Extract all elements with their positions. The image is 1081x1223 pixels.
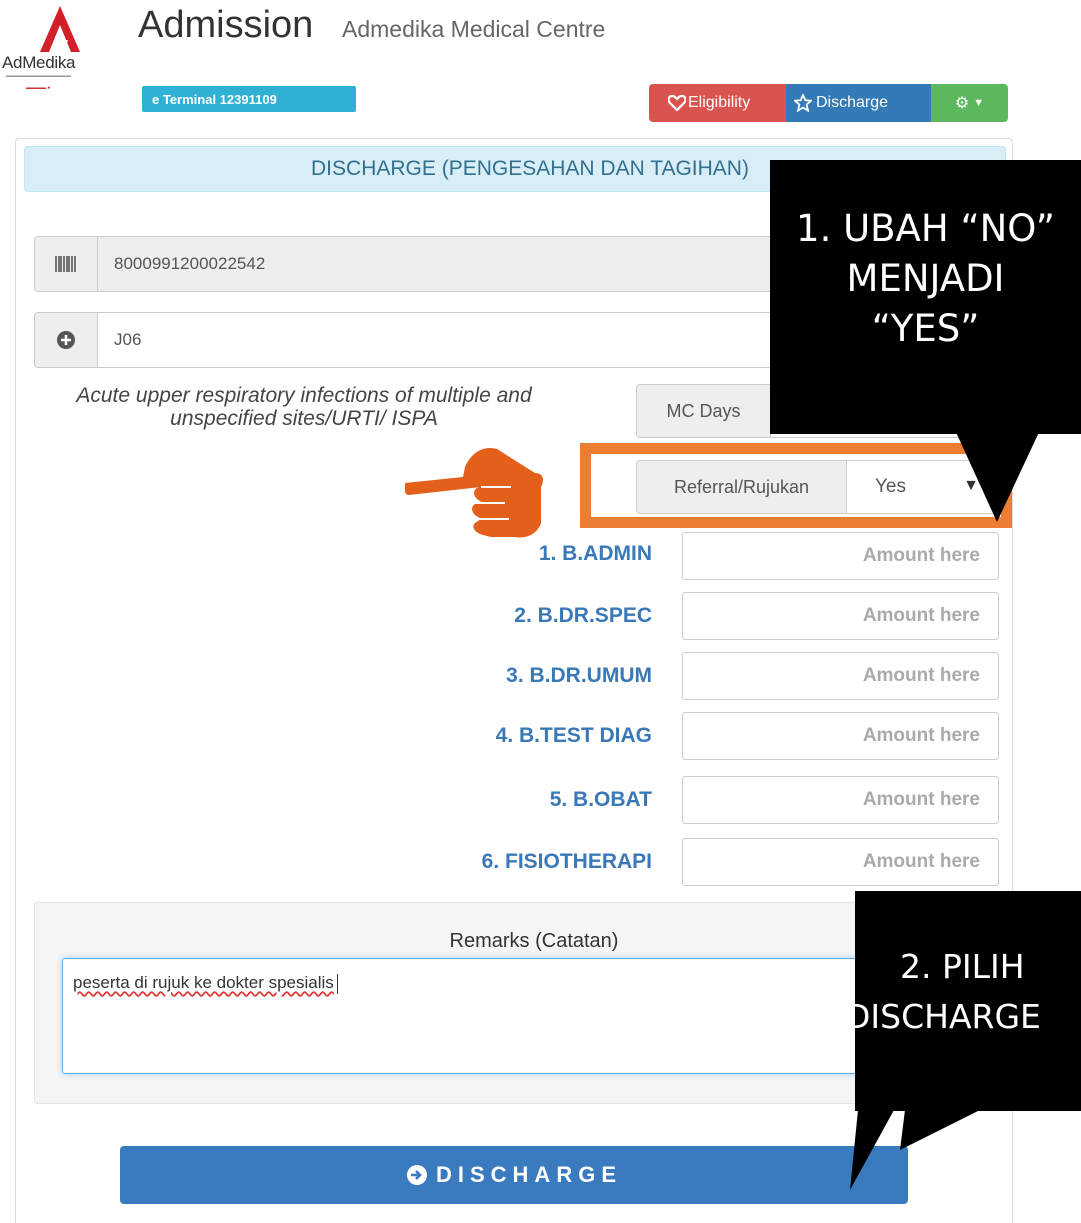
logo-text: AdMedika: [2, 53, 76, 72]
pointing-hand-icon: [405, 448, 543, 538]
cost-input-test-diag[interactable]: Amount here: [682, 712, 999, 760]
callout-2-line-1: 2. PILIH: [900, 947, 1025, 986]
remarks-text: peserta di rujuk ke dokter spesialis: [73, 973, 334, 992]
settings-dropdown-button[interactable]: ⚙ ▼: [931, 84, 1008, 122]
cost-input-dr-umum[interactable]: Amount here: [682, 652, 999, 700]
logo-tagline: ▬▬▬▬▬▬▬▬▬▬▬▬▬: [6, 73, 71, 79]
page-title: Admission: [138, 4, 314, 46]
caret-down-icon: ▼: [973, 97, 985, 109]
discharge-tab-button[interactable]: Discharge: [786, 84, 931, 122]
panel-heading-text: DISCHARGE (PENGESAHAN DAN TAGIHAN): [311, 157, 749, 180]
mc-days-label: MC Days: [637, 385, 771, 437]
callout-1-line-1: 1. UBAH “NO”: [796, 207, 1055, 250]
cost-label-obat: 5. B.OBAT: [549, 788, 652, 811]
cost-label-fisiotherapi: 6. FISIOTHERAPI: [481, 850, 652, 873]
page-subtitle: Admedika Medical Centre: [342, 16, 606, 42]
cost-label-test-diag: 4. B.TEST DIAG: [495, 724, 652, 747]
sign-in-icon: [406, 1165, 427, 1185]
terminal-badge: e Terminal 12391109: [142, 86, 356, 112]
cost-label-dr-umum: 3. B.DR.UMUM: [506, 664, 652, 687]
plus-circle-icon: [35, 313, 98, 367]
cost-label-dr-spec: 2. B.DR.SPEC: [514, 604, 652, 627]
eligibility-button[interactable]: Eligibility: [649, 84, 786, 122]
barcode-icon: [35, 237, 98, 291]
instruction-callout-1: 1. UBAH “NO” MENJADI “YES”: [770, 160, 1081, 434]
callout-1-line-2: MENJADI: [846, 257, 1005, 300]
cost-input-fisiotherapi[interactable]: Amount here: [682, 838, 999, 886]
eligibility-button-label: Eligibility: [688, 94, 751, 111]
cost-input-dr-spec[interactable]: Amount here: [682, 592, 999, 640]
text-cursor: [336, 973, 338, 994]
callout-1-line-3: “YES”: [871, 307, 980, 350]
cost-input-obat[interactable]: Amount here: [682, 776, 999, 824]
star-icon: [794, 94, 812, 112]
gear-icon: ⚙: [954, 95, 970, 112]
logo-a-icon: [40, 6, 80, 52]
heart-icon: [668, 95, 686, 111]
admedika-logo: AdMedika ▬▬▬▬▬▬▬▬▬▬▬▬▬ ▬▬▬▬ ●: [2, 6, 120, 98]
cost-label-admin: 1. B.ADMIN: [538, 542, 652, 565]
instruction-callout-2: 2. PILIH DISCHARGE: [855, 891, 1081, 1111]
callout-2-line-2: DISCHARGE: [855, 997, 1041, 1036]
discharge-tab-label: Discharge: [816, 94, 889, 111]
action-button-group: Eligibility Discharge ⚙ ▼: [649, 84, 1008, 122]
diagnosis-description: Acute upper respiratory infections of mu…: [76, 384, 532, 430]
logo-tagline-2: ▬▬▬▬ ●: [26, 85, 51, 91]
cost-input-admin[interactable]: Amount here: [682, 532, 999, 580]
discharge-submit-button[interactable]: DISCHARGE: [120, 1146, 908, 1204]
discharge-submit-label: DISCHARGE: [435, 1162, 622, 1187]
referral-highlight-box: [580, 443, 1012, 528]
